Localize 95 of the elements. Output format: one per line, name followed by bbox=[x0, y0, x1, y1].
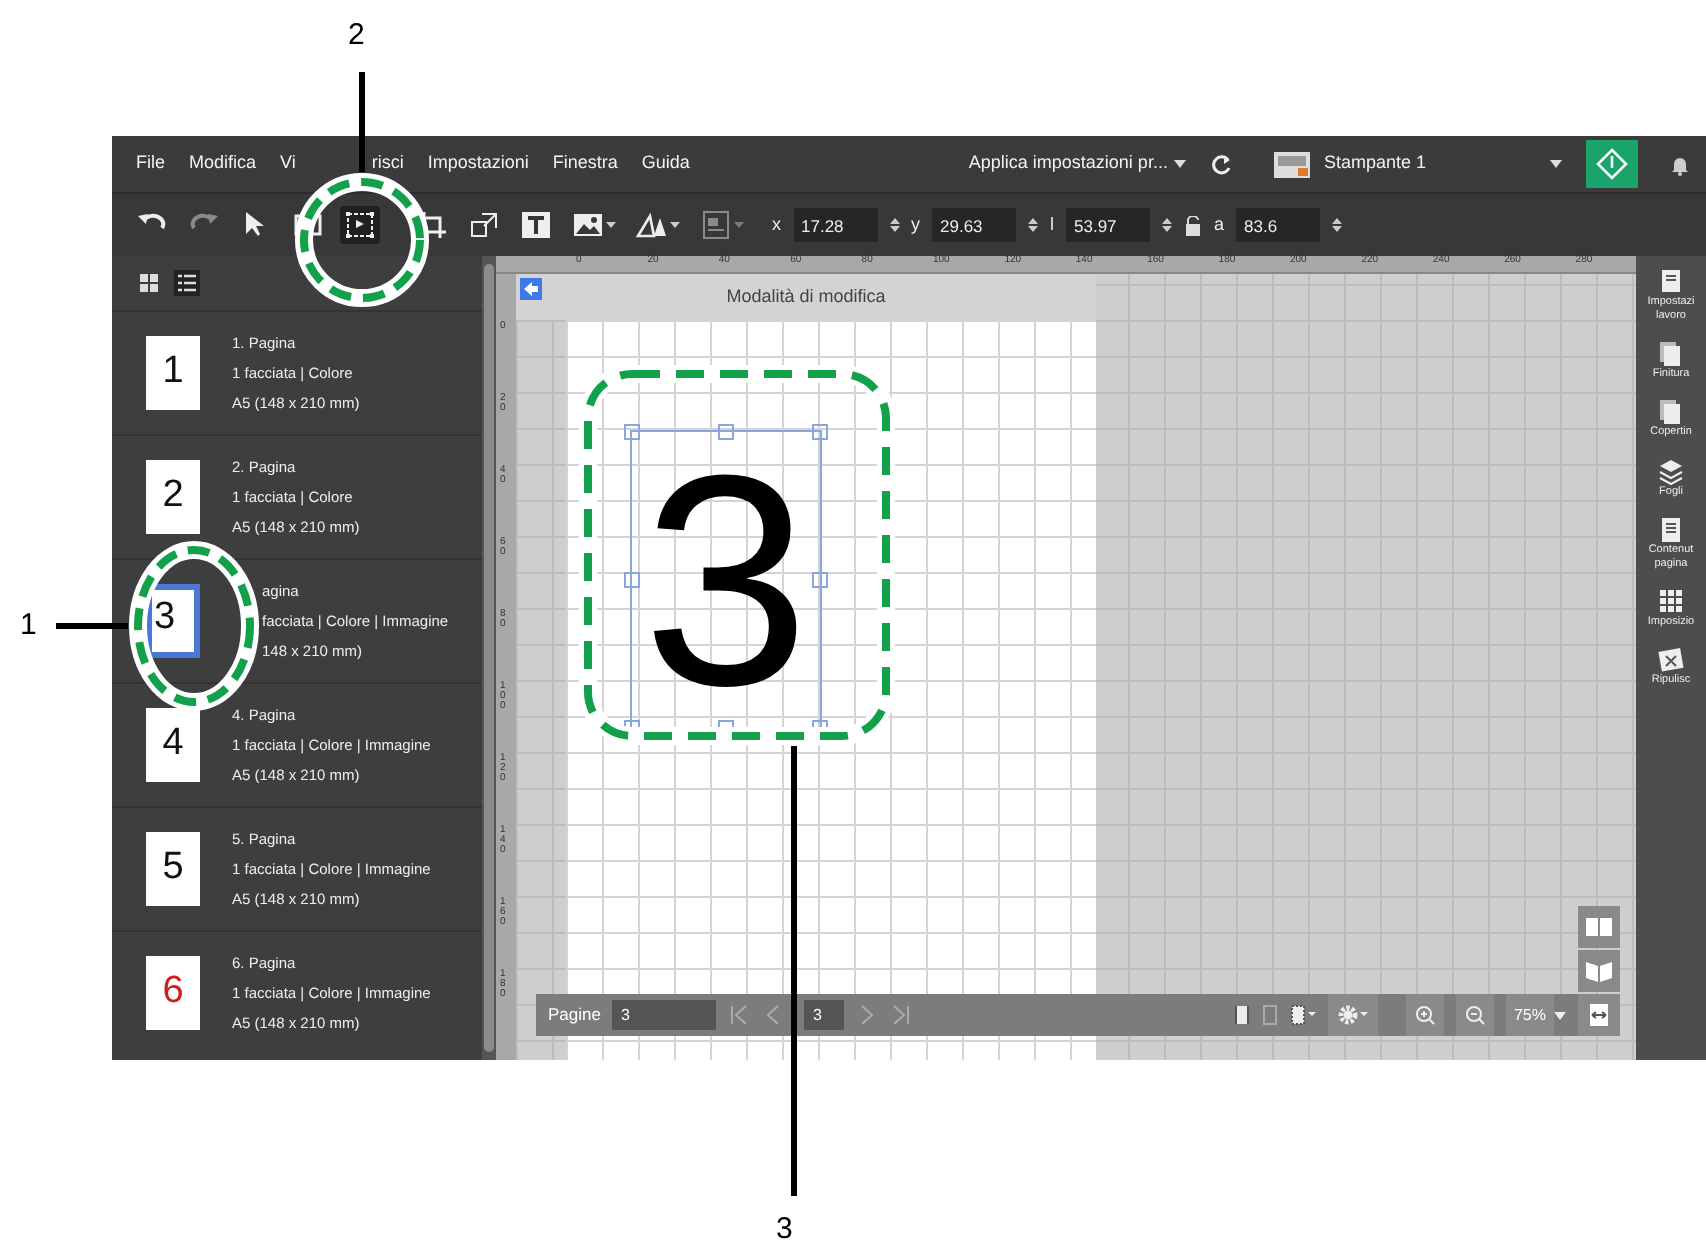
grid-view-button[interactable] bbox=[136, 270, 162, 296]
settings-icon bbox=[1335, 1004, 1370, 1026]
spread-view-button[interactable] bbox=[1578, 906, 1620, 948]
last-page-icon bbox=[892, 1004, 911, 1026]
text-tool[interactable] bbox=[516, 206, 556, 244]
field-label: l bbox=[1050, 211, 1054, 238]
coordinate-field[interactable]: 17.28 bbox=[793, 208, 877, 242]
first-page-icon bbox=[730, 1004, 749, 1026]
pages-label: Pagine bbox=[548, 1002, 601, 1028]
stacked-pages-icon[interactable] bbox=[1658, 340, 1684, 369]
coordinate-field[interactable]: 29.63 bbox=[932, 208, 1016, 242]
pages-icon[interactable] bbox=[1657, 398, 1684, 427]
leader-line bbox=[359, 72, 365, 172]
diamond-icon bbox=[1596, 148, 1628, 180]
shapes-icon bbox=[636, 210, 668, 240]
menu-item[interactable]: File bbox=[136, 150, 166, 178]
caret-icon bbox=[734, 222, 744, 228]
resize-handle[interactable] bbox=[624, 424, 640, 440]
coordinate-field[interactable]: 83.6 bbox=[1236, 208, 1321, 242]
rectangle-icon bbox=[292, 210, 324, 240]
page-thumbnail[interactable]: 3 bbox=[146, 584, 200, 658]
resize-icon bbox=[468, 210, 500, 240]
page-fit-icon[interactable] bbox=[1233, 1004, 1250, 1026]
menu-item[interactable]: Impostazioni bbox=[427, 150, 529, 178]
page-field[interactable]: 3 bbox=[612, 1000, 717, 1030]
cleanup-icon[interactable] bbox=[1657, 646, 1684, 675]
form-icon[interactable] bbox=[1657, 268, 1684, 296]
menu-item[interactable]: Modifica bbox=[189, 150, 257, 178]
menu-item[interactable]: Vi bbox=[280, 150, 296, 178]
page-thumbnail[interactable]: 1 bbox=[146, 336, 200, 410]
margin-dropdown-icon[interactable] bbox=[1289, 1004, 1316, 1026]
callout-number: 3 bbox=[776, 1214, 793, 1244]
bell-icon[interactable] bbox=[1670, 153, 1690, 175]
page-number-text: 3 bbox=[642, 460, 810, 700]
layout-icon bbox=[700, 210, 732, 240]
caret-icon bbox=[670, 222, 680, 228]
next-page-icon bbox=[858, 1004, 877, 1026]
document-icon[interactable] bbox=[1657, 515, 1684, 544]
fit-width-button[interactable] bbox=[1578, 994, 1620, 1036]
caret-icon bbox=[606, 222, 616, 228]
page-thumbnail[interactable]: 5 bbox=[146, 832, 200, 906]
resize-handle[interactable] bbox=[624, 572, 640, 588]
spinner-icon[interactable] bbox=[889, 216, 899, 234]
layers-icon[interactable] bbox=[1658, 457, 1684, 486]
settings-button[interactable] bbox=[1327, 994, 1378, 1036]
list-icon bbox=[178, 274, 196, 292]
current-page-field[interactable]: 3 bbox=[804, 1000, 845, 1030]
resize-handle[interactable] bbox=[812, 572, 828, 588]
lock-icon[interactable] bbox=[1184, 215, 1202, 235]
zoom-in-icon bbox=[1413, 1004, 1436, 1026]
spinner-icon[interactable] bbox=[1162, 216, 1172, 234]
book-view-button[interactable] bbox=[1578, 950, 1620, 992]
back-arrow-icon bbox=[520, 278, 542, 300]
zoom-out-button[interactable] bbox=[1455, 994, 1494, 1036]
caret-icon[interactable] bbox=[1554, 1011, 1566, 1019]
menu-item[interactable]: risci bbox=[371, 150, 404, 178]
printer-name[interactable]: Stampante 1 bbox=[1323, 150, 1426, 178]
spinner-icon[interactable] bbox=[1028, 216, 1038, 234]
zoom-in-button[interactable] bbox=[1405, 994, 1444, 1036]
field-label: a bbox=[1214, 211, 1225, 238]
grid-icon[interactable] bbox=[1657, 587, 1684, 616]
text-icon bbox=[520, 210, 552, 240]
callout-ring bbox=[295, 173, 429, 307]
selection-frame-tool[interactable] bbox=[340, 206, 380, 244]
coordinate-field[interactable]: 53.97 bbox=[1066, 208, 1150, 242]
zoom-out-icon bbox=[1463, 1004, 1486, 1026]
selected-text-object[interactable]: 3 bbox=[630, 430, 822, 730]
selection-frame-icon bbox=[344, 210, 376, 240]
preset-dropdown[interactable]: Applica impostazioni pr... bbox=[968, 150, 1168, 178]
page-thumbnail[interactable]: 6 bbox=[146, 956, 200, 1030]
mode-title: Modalità di modifica bbox=[726, 283, 886, 310]
page-thumbnail[interactable]: 4 bbox=[146, 708, 200, 782]
scrollbar-thumb[interactable] bbox=[484, 264, 494, 1052]
resize-handle[interactable] bbox=[812, 424, 828, 440]
previous-page-icon bbox=[764, 1004, 783, 1026]
callout-number: 2 bbox=[348, 20, 365, 50]
start-button[interactable] bbox=[1586, 140, 1638, 188]
field-label: y bbox=[911, 211, 920, 238]
menu-item[interactable]: Guida bbox=[641, 150, 690, 178]
spinner-icon[interactable] bbox=[1332, 216, 1343, 234]
caret-icon[interactable] bbox=[1550, 160, 1562, 168]
image-icon bbox=[572, 210, 604, 240]
printer-icon bbox=[1271, 148, 1312, 180]
page-thumbnail[interactable]: 2 bbox=[146, 460, 200, 534]
field-label: x bbox=[772, 211, 781, 238]
list-view-button[interactable] bbox=[174, 270, 200, 296]
grid-icon bbox=[140, 274, 158, 292]
back-button[interactable] bbox=[520, 278, 542, 300]
menu-item[interactable]: Finestra bbox=[552, 150, 618, 178]
callout-number: 1 bbox=[20, 610, 37, 640]
refresh-icon[interactable] bbox=[1209, 153, 1232, 175]
resize-handle[interactable] bbox=[718, 424, 734, 440]
leader-line bbox=[56, 623, 128, 629]
caret-icon[interactable] bbox=[1173, 160, 1186, 168]
fit-width-icon bbox=[1586, 1002, 1612, 1028]
